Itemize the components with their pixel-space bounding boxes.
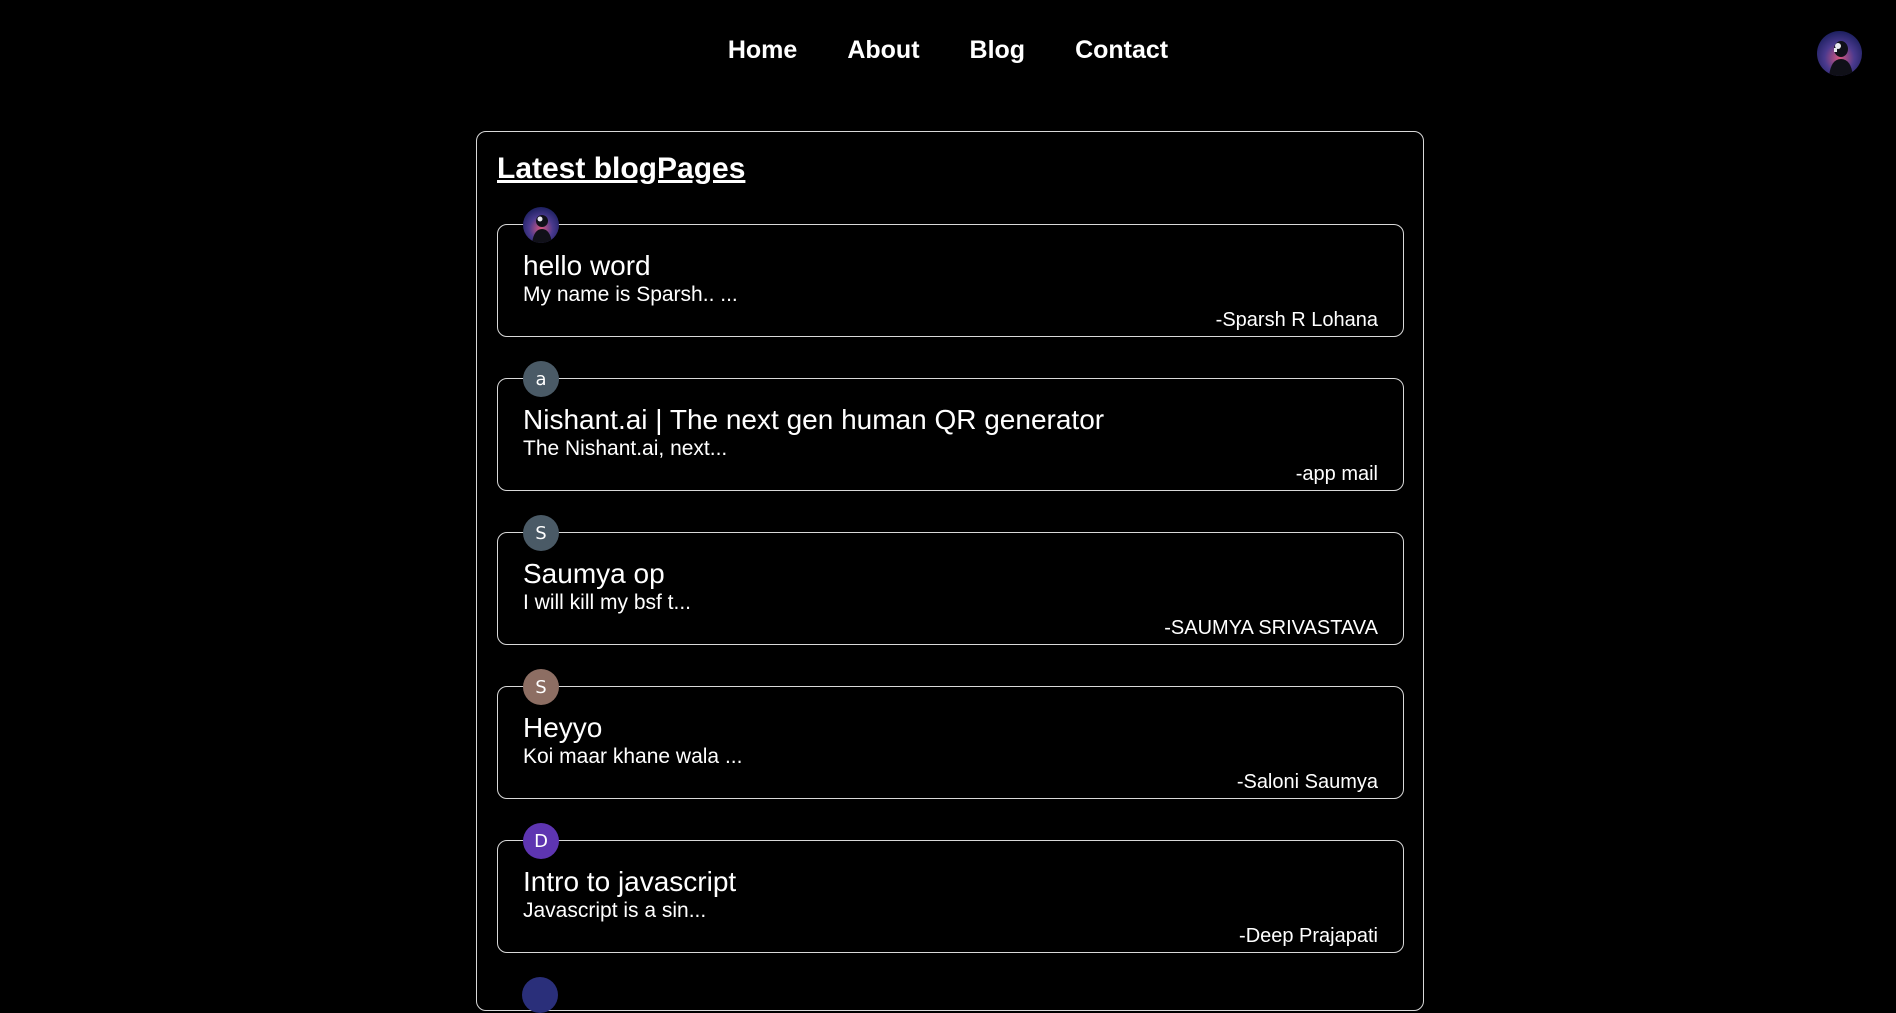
blog-title: Heyyo: [523, 712, 603, 743]
blog-title: Intro to javascript: [523, 866, 737, 897]
user-photo-icon: [1817, 31, 1862, 76]
blog-card[interactable]: S Heyyo Koi maar khane wala ... -Saloni …: [497, 669, 1404, 799]
author-avatar: [523, 207, 559, 243]
blog-author: -Saloni Saumya: [1236, 771, 1378, 793]
panel-title: Latest blogPages: [497, 152, 746, 185]
author-avatar: S: [523, 515, 559, 551]
nav-link-home[interactable]: Home: [728, 36, 797, 65]
blog-snippet: Javascript is a sin...: [523, 899, 707, 922]
author-photo-icon: [523, 207, 559, 243]
author-avatar: D: [523, 823, 559, 859]
nav-links: Home About Blog Contact: [0, 36, 1896, 65]
blog-title: hello word: [523, 250, 651, 281]
blog-author: -app mail: [1295, 463, 1378, 485]
blog-title: Nishant.ai | The next gen human QR gener…: [523, 404, 1105, 435]
nav-link-blog[interactable]: Blog: [970, 36, 1026, 65]
blog-card[interactable]: a Nishant.ai | The next gen human QR gen…: [497, 361, 1404, 491]
author-avatar: S: [523, 669, 559, 705]
blog-snippet: My name is Sparsh.. ...: [523, 283, 738, 306]
blog-card[interactable]: D Intro to javascript Javascript is a si…: [497, 823, 1404, 953]
blog-title: Saumya op: [523, 558, 665, 589]
next-card-avatar: [522, 977, 558, 1013]
blog-card[interactable]: S Saumya op I will kill my bsf t... -SAU…: [497, 515, 1404, 645]
blog-snippet: Koi maar khane wala ...: [523, 745, 743, 768]
nav-link-contact[interactable]: Contact: [1075, 36, 1168, 65]
author-avatar: a: [523, 361, 559, 397]
blog-card[interactable]: hello word My name is Sparsh.. ... -Spar…: [497, 207, 1404, 337]
nav-link-about[interactable]: About: [847, 36, 919, 65]
user-avatar[interactable]: [1817, 31, 1862, 76]
blog-author: -Deep Prajapati: [1239, 925, 1378, 947]
blog-author: -Sparsh R Lohana: [1215, 309, 1378, 331]
top-navbar: Home About Blog Contact: [0, 0, 1896, 105]
latest-blogs-panel: Latest blogPages hello word My name is S…: [476, 131, 1424, 1013]
blog-snippet: The Nishant.ai, next...: [523, 437, 728, 460]
blog-author: -SAUMYA SRIVASTAVA: [1164, 617, 1378, 639]
blog-snippet: I will kill my bsf t...: [523, 591, 692, 614]
